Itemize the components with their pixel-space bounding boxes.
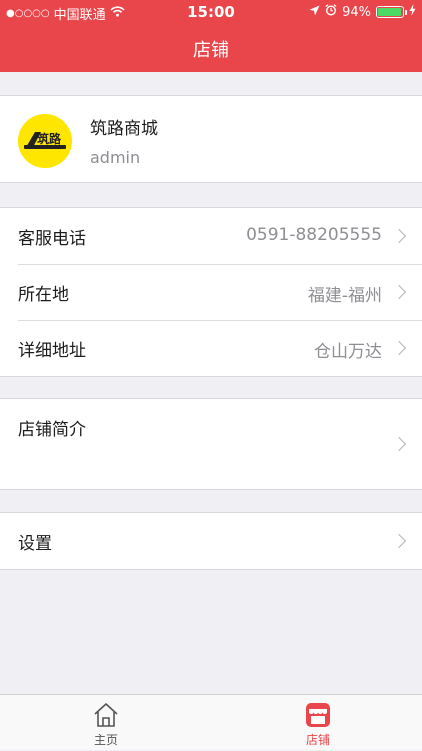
home-icon: [92, 701, 120, 729]
store-intro-row[interactable]: 店铺简介: [0, 399, 422, 489]
store-intro-group: 店铺简介: [0, 398, 422, 490]
settings-group: 设置: [0, 512, 422, 570]
info-row-value: 福建-福州: [307, 286, 382, 306]
store-icon: [304, 701, 332, 729]
tab-home-label: 主页: [93, 733, 118, 747]
info-row-label: 详细地址: [18, 341, 86, 361]
battery-percentage: 94%: [342, 4, 371, 20]
info-row-value: 仓山万达: [314, 342, 382, 362]
app-header: ●○○○○ 中国联通 15:00 94% 店铺: [0, 0, 422, 72]
info-row-phone[interactable]: 客服电话 0591-88205555: [0, 208, 422, 264]
charging-bolt-icon: [409, 4, 416, 20]
tab-home[interactable]: 主页: [46, 695, 166, 751]
store-logo-avatar[interactable]: 筑路: [18, 114, 72, 168]
tab-store[interactable]: 店铺: [258, 695, 378, 751]
logo-text: 筑路: [37, 131, 62, 146]
location-arrow-icon: [309, 5, 320, 20]
info-row-location[interactable]: 所在地 福建-福州: [0, 264, 422, 320]
status-bar: ●○○○○ 中国联通 15:00 94%: [0, 0, 422, 24]
chevron-right-icon: [391, 340, 407, 356]
chevron-right-icon: [391, 533, 407, 549]
info-row-value: 0591-88205555: [246, 225, 382, 245]
store-name: 筑路商城: [90, 119, 158, 139]
store-intro-label: 店铺简介: [18, 420, 86, 440]
store-profile-card[interactable]: 筑路 筑路商城 admin: [0, 95, 422, 183]
info-row-label: 客服电话: [18, 229, 86, 249]
page-title: 店铺: [193, 40, 229, 61]
store-info-group: 客服电话 0591-88205555 所在地 福建-福州 详细地址 仓山万达: [0, 207, 422, 377]
chevron-right-icon: [391, 284, 407, 300]
info-row-address[interactable]: 详细地址 仓山万达: [0, 320, 422, 376]
store-username: admin: [90, 148, 141, 167]
store-logo-icon: 筑路: [24, 131, 66, 149]
settings-label: 设置: [18, 534, 52, 554]
alarm-icon: [325, 4, 337, 20]
battery-tip: [405, 10, 407, 15]
tab-store-label: 店铺: [305, 733, 330, 747]
settings-row[interactable]: 设置: [0, 513, 422, 569]
chevron-right-icon: [391, 228, 407, 244]
status-right: 94%: [309, 4, 416, 20]
battery-icon: [376, 6, 407, 18]
chevron-right-icon: [391, 436, 407, 452]
bottom-tab-bar: 主页 店铺: [0, 694, 422, 750]
info-row-label: 所在地: [18, 285, 69, 305]
battery-fill: [378, 8, 401, 16]
